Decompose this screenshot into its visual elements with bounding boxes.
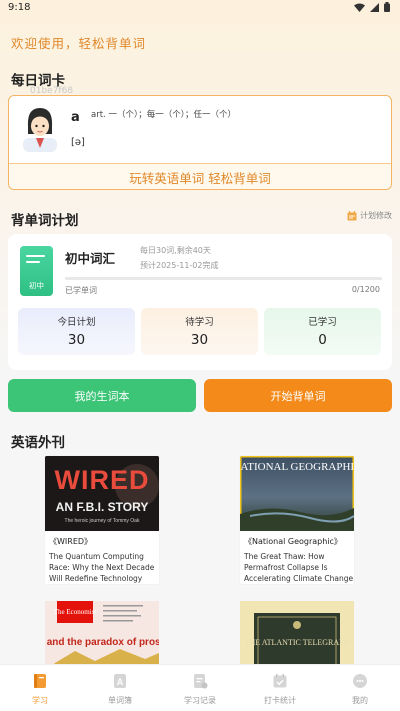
student-avatar-icon [23, 108, 57, 152]
letter-a-icon: A [114, 674, 126, 688]
tab-label: 我的 [352, 696, 368, 705]
calendar-edit-icon [347, 210, 357, 220]
plan-eta-info: 预计2025-11-02完成 [140, 261, 219, 270]
natgeo-cover-title: NATIONAL GEOGRAPHIC [240, 461, 354, 473]
wifi-icon [354, 3, 365, 12]
wired-cover-title: WIRED [55, 465, 150, 495]
book-cover-icon: 初中 [20, 246, 53, 296]
welcome-text: 欢迎使用，轻松背单词 [11, 36, 147, 51]
magazine-card-wired[interactable]: WIRED AN F.B.I. STORY The heroic journey… [45, 456, 159, 584]
stat-learned: 已学习 0 [264, 308, 381, 355]
tab-wordbook[interactable]: A 单词簿 [80, 665, 160, 711]
magazine-card-telegraph[interactable]: THE ATLANTIC TELEGRAPH [240, 601, 354, 671]
my-wordbook-button[interactable]: 我的生词本 [8, 379, 196, 412]
tab-label: 打卡统计 [264, 696, 296, 705]
battery-icon [384, 2, 390, 12]
stat-label: 待学习 [185, 317, 214, 328]
magazine-card-natgeo[interactable]: NATIONAL GEOGRAPHIC 《National Geographic… [240, 456, 354, 584]
record-icon [194, 674, 208, 689]
magazine-title: 《National Geographic》 [244, 537, 342, 546]
daily-word: a [71, 110, 80, 125]
tab-checkin-stats[interactable]: 打卡统计 [240, 665, 320, 711]
start-learning-button[interactable]: 开始背单词 [204, 379, 392, 412]
book-icon [34, 674, 46, 688]
magazine-cover-wired: WIRED AN F.B.I. STORY The heroic journey… [45, 456, 159, 531]
daily-card-footer: 玩转英语单词 轻松背单词 [9, 164, 391, 189]
profile-icon [353, 674, 367, 688]
daily-word-phonetic: [ə] [71, 137, 85, 148]
tab-records[interactable]: 学习记录 [160, 665, 240, 711]
stat-to-learn: 待学习 30 [141, 308, 258, 355]
tab-profile[interactable]: 我的 [320, 665, 400, 711]
learned-words-label: 已学单词 [65, 286, 97, 295]
magazine-title: 《WIRED》 [49, 537, 93, 546]
economist-cover-brand: The Economist [54, 608, 97, 616]
wired-cover-art: WIRED AN F.B.I. STORY The heroic journey… [45, 456, 159, 531]
economist-cover-art: The Economist China and the paradox of p… [45, 601, 159, 671]
wired-cover-story: AN F.B.I. STORY [56, 500, 149, 514]
svg-text:A: A [117, 677, 124, 687]
learned-words-count: 0/1200 [351, 285, 380, 294]
stat-value: 30 [190, 332, 209, 348]
plan-daily-info: 每日30词,剩余40天 [140, 246, 211, 255]
book-cover-label: 初中 [29, 281, 44, 290]
plan-progress-bar [65, 277, 382, 280]
stat-label: 今日计划 [57, 317, 96, 328]
status-icons [354, 2, 390, 12]
wired-cover-subtitle: The heroic journey of Tommy Oak [65, 518, 140, 524]
magazine-card-economist[interactable]: The Economist China and the paradox of p… [45, 601, 159, 671]
status-time: 9:18 [8, 2, 31, 13]
tab-study[interactable]: 学习 [0, 665, 80, 711]
stat-label: 已学习 [308, 317, 337, 328]
plan-card: 初中 初中词汇 每日30词,剩余40天 预计2025-11-02完成 已学单词 … [8, 234, 392, 370]
status-bar: 9:18 [0, 0, 400, 18]
plan-edit-button[interactable]: 计划修改 [347, 210, 392, 221]
tab-label: 学习 [32, 696, 48, 705]
bottom-tab-bar: 学习 A 单词簿 学习记录 打卡统计 我的 [0, 664, 400, 711]
telegraph-cover-art: THE ATLANTIC TELEGRAPH [240, 601, 354, 671]
magazine-desc: The Quantum Computing Race: Why the Next… [49, 552, 155, 583]
signal-icon [370, 2, 379, 12]
stat-today-plan: 今日计划 30 [18, 308, 135, 355]
telegraph-cover-title: THE ATLANTIC TELEGRAPH [245, 638, 350, 647]
economist-cover-headline: China and the paradox of prosperity [45, 637, 159, 648]
magazine-desc: The Great Thaw: How Permafrost Collapse … [244, 552, 354, 583]
daily-word-upper: a art. 一（个）；每一（个）；任一（个） [ə] [9, 96, 391, 163]
magazine-cover-natgeo: NATIONAL GEOGRAPHIC [240, 456, 354, 531]
tab-label: 学习记录 [184, 696, 216, 705]
magazines-title: 英语外刊 [11, 435, 65, 451]
stat-value: 0 [318, 332, 327, 348]
plan-title: 背单词计划 [11, 213, 79, 229]
tab-label: 单词簿 [108, 696, 132, 705]
calendar-check-icon [273, 674, 287, 688]
stat-value: 30 [67, 332, 86, 348]
plan-name: 初中词汇 [65, 251, 116, 266]
daily-word-card[interactable]: a art. 一（个）；每一（个）；任一（个） [ə] 玩转英语单词 轻松背单词 [8, 95, 392, 190]
plan-edit-label: 计划修改 [360, 211, 392, 220]
daily-word-definition: art. 一（个）；每一（个）；任一（个） [91, 110, 236, 120]
natgeo-cover-art: NATIONAL GEOGRAPHIC [240, 456, 354, 531]
daily-card-slogan: 玩转英语单词 轻松背单词 [129, 171, 271, 186]
